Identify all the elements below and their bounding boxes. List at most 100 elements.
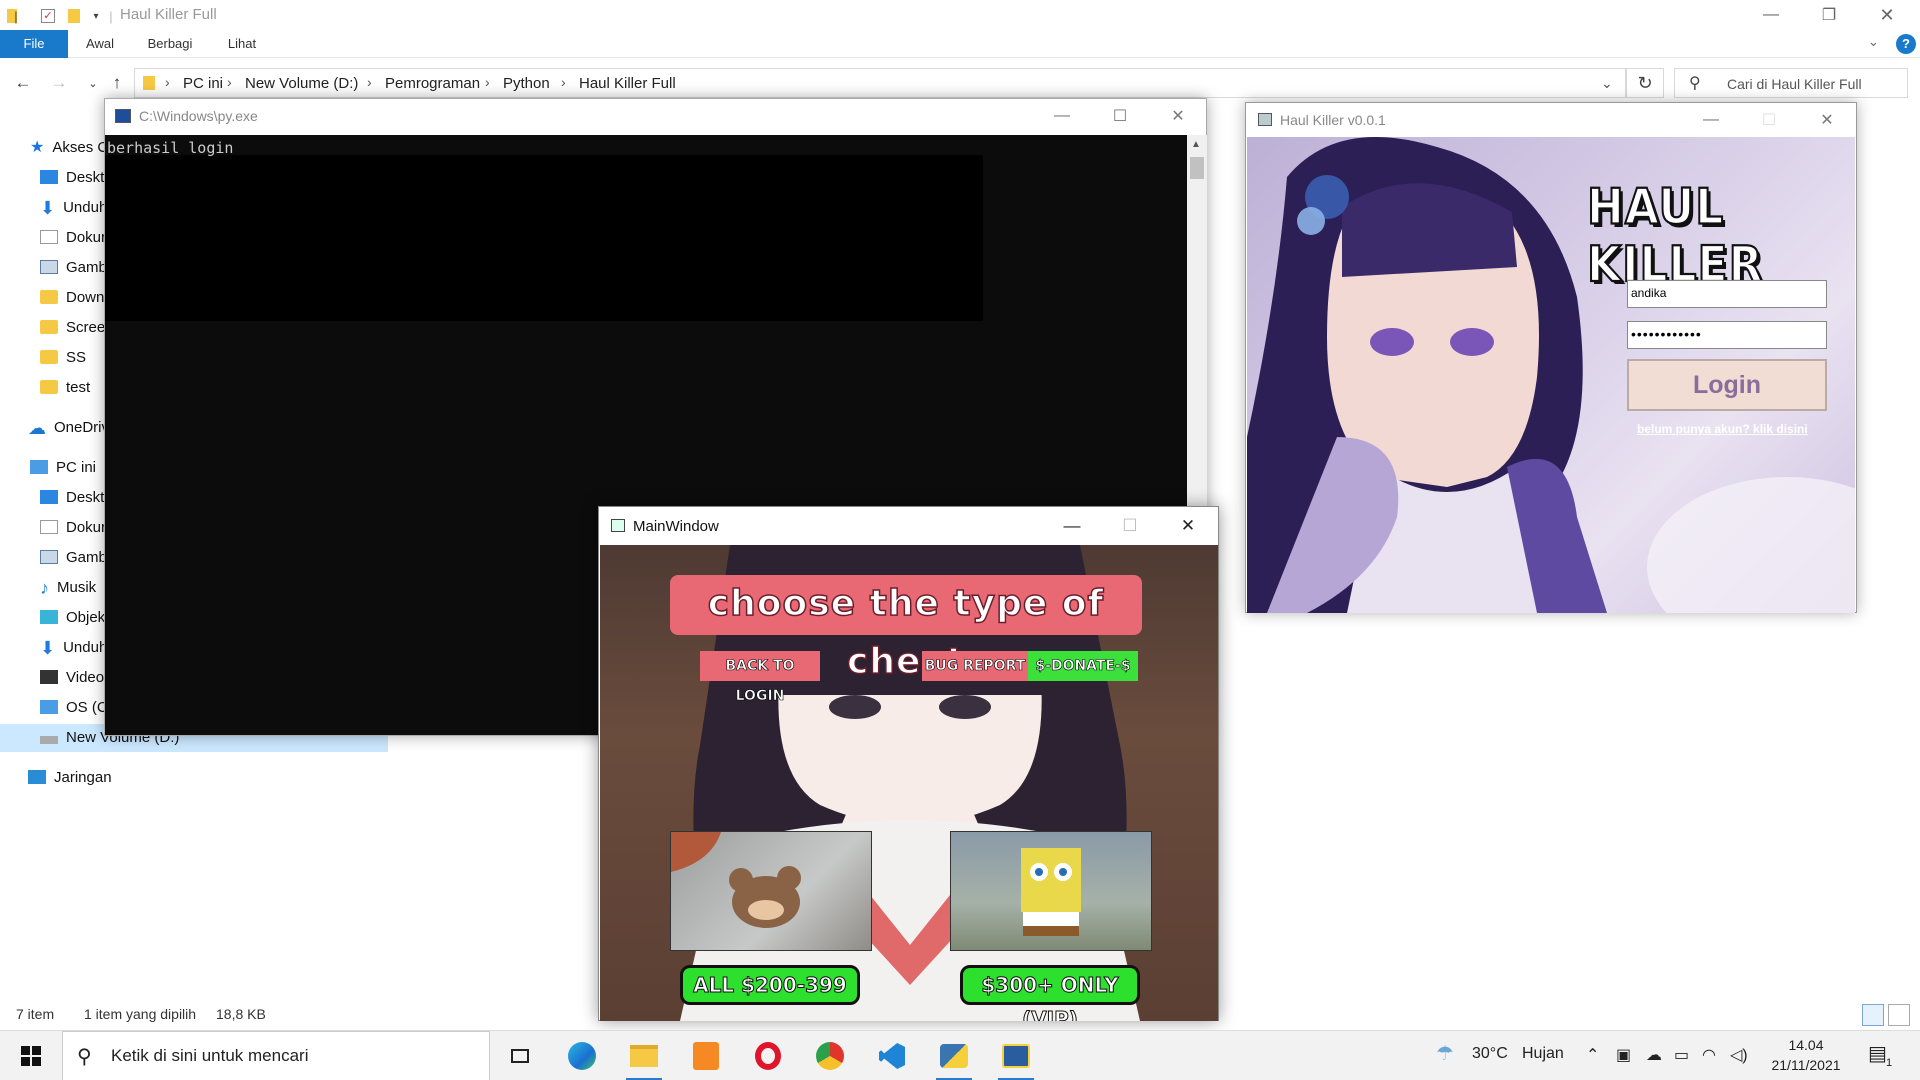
edge-browser-icon[interactable]: [552, 1031, 612, 1080]
search-input[interactable]: ⚲ Cari di Haul Killer Full: [1674, 68, 1908, 98]
nav-item[interactable]: ♪ Musik: [40, 574, 96, 602]
option-2-thumbnail[interactable]: [950, 831, 1152, 951]
notification-icon[interactable]: ▤: [1868, 1041, 1887, 1066]
nav-item[interactable]: test: [40, 374, 90, 402]
download-icon: ⬇: [40, 198, 56, 218]
network-icon: [28, 770, 46, 784]
option-1-thumbnail[interactable]: [670, 831, 872, 951]
nav-pc[interactable]: PC ini: [30, 454, 96, 482]
chevron-right-icon[interactable]: ›: [367, 74, 372, 90]
refresh-button[interactable]: ↻: [1626, 68, 1664, 98]
option-1-button[interactable]: ALL $200-399: [680, 965, 860, 1005]
password-field[interactable]: ••••••••••••: [1627, 321, 1827, 349]
address-row: ← → ⌄ ↑ › PC ini › New Volume (D:) › Pem…: [0, 66, 1920, 100]
nav-network[interactable]: Jaringan: [28, 764, 112, 792]
tab-lihat[interactable]: Lihat: [222, 30, 262, 58]
breadcrumb-pc[interactable]: PC ini: [183, 75, 223, 92]
minimize-button[interactable]: —: [1742, 0, 1800, 30]
nav-quick-access[interactable]: ★ Akses C: [30, 134, 108, 162]
console-titlebar: C:\Windows\py.exe — ☐ ✕: [105, 99, 1206, 135]
file-explorer-icon[interactable]: [614, 1031, 674, 1080]
taskbar-search-input[interactable]: ⚲ Ketik di sini untuk mencari: [62, 1031, 490, 1080]
volume-icon[interactable]: ◁): [1730, 1045, 1748, 1065]
python-window-icon[interactable]: [986, 1031, 1046, 1080]
start-button[interactable]: [0, 1031, 62, 1080]
nav-item[interactable]: Gamb: [40, 254, 107, 282]
details-view-icon[interactable]: [1862, 1004, 1884, 1026]
wifi-icon[interactable]: ◠: [1702, 1045, 1716, 1065]
scroll-up-icon[interactable]: ▲: [1191, 139, 1201, 150]
close-button[interactable]: ✕: [1798, 103, 1856, 137]
nav-item[interactable]: ⬇ Unduh: [40, 634, 107, 662]
restore-button[interactable]: ❐: [1800, 0, 1858, 30]
meet-now-icon[interactable]: ▣: [1616, 1045, 1631, 1065]
clock[interactable]: 14.04 21/11/2021: [1760, 1035, 1852, 1075]
breadcrumb-current[interactable]: Haul Killer Full: [579, 75, 676, 92]
maximize-button[interactable]: ☐: [1740, 103, 1798, 137]
back-to-login-button[interactable]: BACK TO LOGIN: [700, 651, 820, 704]
breadcrumb-drive[interactable]: New Volume (D:): [245, 75, 358, 92]
scroll-thumb[interactable]: [1190, 157, 1204, 179]
maximize-button[interactable]: ☐: [1101, 507, 1159, 545]
minimize-button[interactable]: —: [1682, 103, 1740, 137]
breadcrumb-python[interactable]: Python: [503, 75, 550, 92]
nav-item[interactable]: Down: [40, 284, 104, 312]
large-icons-view-icon[interactable]: [1888, 1004, 1910, 1026]
task-view-icon[interactable]: [490, 1031, 550, 1080]
nav-item[interactable]: ⬇ Unduh: [40, 194, 107, 222]
sublime-text-icon[interactable]: [676, 1031, 736, 1080]
battery-icon[interactable]: ▭: [1674, 1045, 1689, 1065]
option-2-button[interactable]: $300+ ONLY (VIP): [960, 965, 1140, 1021]
quick-access-dropdown-icon[interactable]: ▾: [86, 6, 106, 26]
login-button[interactable]: Login: [1627, 359, 1827, 411]
maximize-button[interactable]: ☐: [1091, 99, 1149, 133]
minimize-button[interactable]: —: [1043, 507, 1101, 545]
tab-awal[interactable]: Awal: [80, 30, 120, 58]
nav-item[interactable]: SS: [40, 344, 86, 372]
nav-item[interactable]: Dokur: [40, 514, 106, 542]
chevron-right-icon[interactable]: ›: [227, 74, 232, 90]
nav-item[interactable]: Gamb: [40, 544, 107, 572]
tab-file[interactable]: File: [0, 30, 68, 58]
vscode-icon[interactable]: [862, 1031, 922, 1080]
up-arrow-icon[interactable]: ↑: [104, 66, 130, 100]
weather-desc[interactable]: Hujan: [1522, 1045, 1564, 1063]
recent-dropdown-icon[interactable]: ⌄: [80, 66, 106, 100]
forward-arrow-icon[interactable]: →: [46, 66, 72, 100]
username-field[interactable]: andika: [1627, 280, 1827, 308]
nav-onedrive[interactable]: ☁ OneDriv: [28, 414, 109, 442]
address-bar[interactable]: › PC ini › New Volume (D:) › Pemrograman…: [134, 68, 1626, 98]
close-button[interactable]: ✕: [1858, 0, 1916, 30]
chevron-up-icon[interactable]: ⌃: [1586, 1045, 1599, 1065]
nav-item[interactable]: Deskt: [40, 484, 104, 512]
tab-berbagi[interactable]: Berbagi: [140, 30, 200, 58]
address-dropdown-icon[interactable]: ⌄: [1601, 75, 1613, 92]
properties-icon[interactable]: ✓: [38, 6, 58, 26]
expand-ribbon-icon[interactable]: ⌄: [1868, 34, 1879, 50]
minimize-button[interactable]: —: [1033, 99, 1091, 133]
new-folder-icon[interactable]: [64, 6, 84, 26]
nav-item[interactable]: Deskt: [40, 164, 104, 192]
nav-item[interactable]: Screer: [40, 314, 110, 342]
chrome-browser-icon[interactable]: [800, 1031, 860, 1080]
opera-browser-icon[interactable]: [738, 1031, 798, 1080]
chevron-right-icon[interactable]: ›: [561, 74, 566, 90]
close-button[interactable]: ✕: [1159, 507, 1217, 545]
chevron-right-icon[interactable]: ›: [165, 74, 170, 90]
breadcrumb-pemrograman[interactable]: Pemrograman: [385, 75, 480, 92]
nav-item[interactable]: Video: [40, 664, 104, 692]
close-button[interactable]: ✕: [1149, 99, 1207, 133]
nav-item[interactable]: Dokur: [40, 224, 106, 252]
nav-item[interactable]: Objek: [40, 604, 105, 632]
donate-button[interactable]: $-DONATE-$: [1028, 651, 1138, 681]
bug-report-button[interactable]: BUG REPORT: [922, 651, 1028, 681]
weather-temp[interactable]: 30°C: [1472, 1045, 1508, 1063]
register-link[interactable]: belum punya akun? klik disini: [1637, 422, 1808, 436]
help-icon[interactable]: ?: [1896, 34, 1916, 54]
back-arrow-icon[interactable]: ←: [10, 66, 36, 100]
chevron-right-icon[interactable]: ›: [485, 74, 490, 90]
nav-item[interactable]: OS (C:: [40, 694, 112, 722]
weather-icon[interactable]: ☂: [1436, 1041, 1454, 1066]
onedrive-icon[interactable]: ☁: [1646, 1045, 1662, 1065]
python-icon[interactable]: [924, 1031, 984, 1080]
